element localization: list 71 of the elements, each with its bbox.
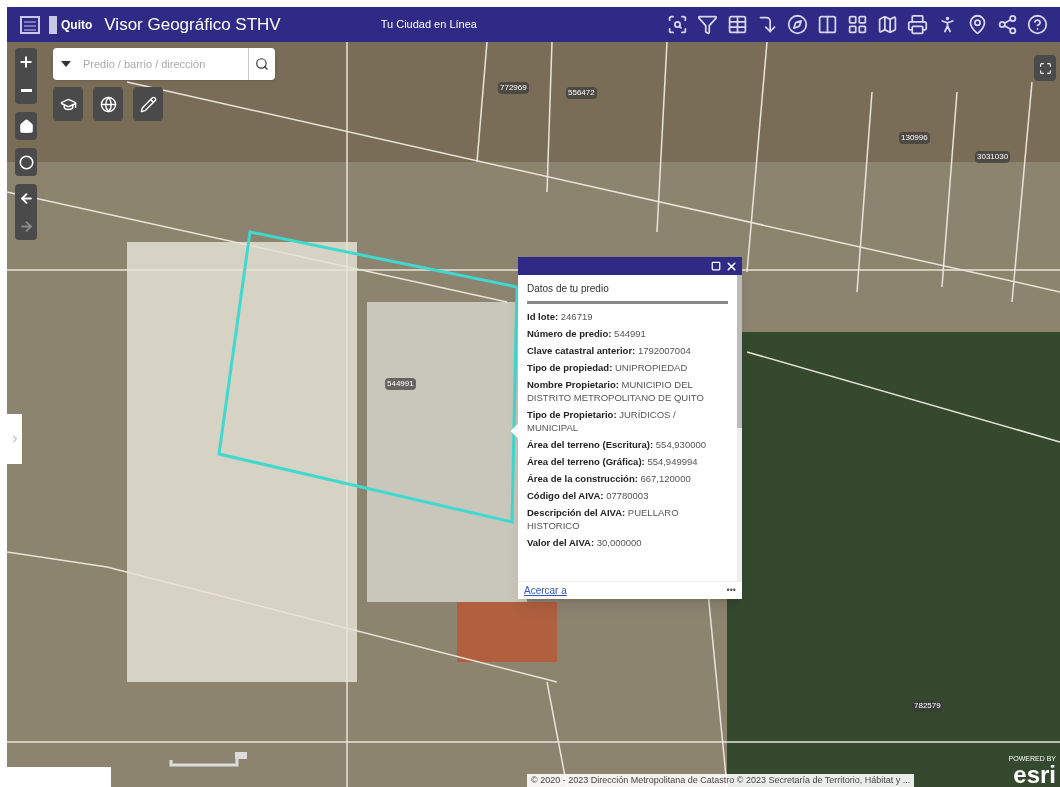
home-icon [18, 118, 34, 134]
share-button[interactable] [997, 14, 1018, 35]
filter-button[interactable] [697, 14, 718, 35]
search-icon [255, 57, 269, 71]
attribute-text: Descripción del AIVA: PUELLARO HISTORICO [527, 506, 680, 532]
map-pin-button[interactable] [967, 14, 988, 35]
help-icon [1027, 14, 1048, 35]
print-icon [907, 14, 928, 35]
attribute-text: Tipo de propiedad: UNIPROPIEDAD [527, 361, 689, 374]
maximize-icon[interactable] [711, 261, 721, 271]
split-panel-icon [817, 14, 838, 35]
zoom-to-link[interactable]: Acercar a [524, 583, 567, 598]
home-button[interactable] [15, 112, 37, 140]
grid-button[interactable] [847, 14, 868, 35]
attribute-text: Valor del AIVA: 30,000000 [527, 536, 643, 549]
search-document-icon [667, 14, 688, 35]
arrow-right-icon [18, 218, 34, 234]
globe-icon [99, 95, 117, 113]
search-input[interactable]: Predio / barrio / dirección [83, 55, 233, 73]
map-pin-icon [967, 14, 988, 35]
minus-icon [20, 88, 32, 92]
share-icon [997, 14, 1018, 35]
caret-icon [61, 61, 71, 67]
attribute-text: Número de predio: 544991 [527, 327, 647, 340]
help-button[interactable] [1027, 14, 1048, 35]
fullscreen-icon [1038, 61, 1052, 75]
parcel-number: 556472 [566, 87, 597, 99]
attribute-text: Nombre Propietario: MUNICIPIO DEL DISTRITO METROPOLITANO DE QUITO [527, 378, 705, 404]
parcel-number: 782579 [912, 700, 943, 712]
grid-icon [847, 14, 868, 35]
table-button[interactable] [727, 14, 748, 35]
attribute-text: Tipo de Propietario: JURÍDICOS / MUNICIPAL [527, 408, 677, 434]
parcel-number: 130996 [899, 132, 930, 144]
parcel-number: 544991 [385, 378, 416, 390]
locate-button[interactable] [15, 148, 37, 176]
pencil-icon [139, 95, 157, 113]
filter-icon [697, 14, 718, 35]
attribute-text: Clave catastral anterior: 1792007004 [527, 344, 692, 357]
logo-text: Quito [49, 15, 93, 34]
split-panel-button[interactable] [817, 14, 838, 35]
esri-logo: esri [1013, 764, 1056, 786]
layers-button[interactable] [53, 87, 83, 121]
basemap-button[interactable] [93, 87, 123, 121]
print-button[interactable] [907, 14, 928, 35]
plus-icon [18, 54, 34, 70]
corner-arrow-button[interactable] [757, 14, 778, 35]
attribute-text: Id lote: 246719 [527, 310, 594, 323]
attribute-text: Área de la construcción: 667,120000 [527, 472, 692, 485]
search-document-button[interactable] [667, 14, 688, 35]
app-title: Visor Geográfico STHV [104, 13, 281, 36]
map-icon [877, 14, 898, 35]
corner-arrow-icon [757, 14, 778, 35]
attribute-text: Área del terreno (Gráfica): 554,949994 [527, 455, 699, 468]
parcel-number: 3031030 [975, 151, 1011, 163]
circle-icon [18, 154, 34, 170]
popup-title: Datos de tu predio [527, 281, 728, 304]
parcel-number: 772969 [498, 82, 529, 94]
close-icon[interactable] [725, 259, 738, 273]
attribution-text: © 2020 - 2023 Dirección Metropolitana de Catastro © 2023 Secretaría de Territorio, Hábitat y ... [527, 773, 915, 787]
table-icon [727, 14, 748, 35]
subtitle: Tu Ciudad en Línea [380, 17, 477, 33]
search-field[interactable]: Predio / barrio / dirección [53, 48, 275, 80]
more-menu[interactable]: ••• [726, 583, 736, 598]
panel-toggle-button[interactable] [7, 414, 22, 464]
compass-button[interactable] [787, 14, 808, 35]
attribute-text: Área del terreno (Escritura): 554,930000 [527, 438, 708, 451]
map-button[interactable] [877, 14, 898, 35]
attribute-text: Código del AIVA: 07780003 [527, 489, 650, 502]
draw-button[interactable] [133, 87, 163, 121]
fullscreen-button[interactable] [1034, 55, 1056, 81]
compass-icon [787, 14, 808, 35]
